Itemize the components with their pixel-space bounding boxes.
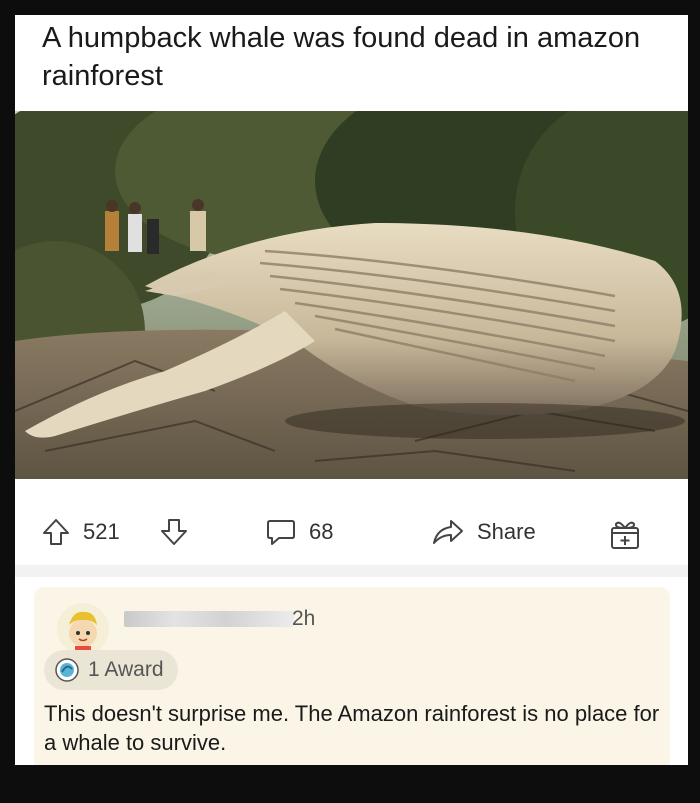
comment-bubble-icon (267, 520, 295, 545)
comment-timestamp: 2h (292, 607, 316, 630)
comment-count: 68 (309, 519, 334, 544)
post-card: A humpback whale was found dead in amazo… (15, 15, 688, 765)
top-comment: 2h 1 Award This doesn't surprise me. The… (34, 587, 670, 765)
upvote-button[interactable]: 521 (41, 517, 120, 547)
share-label: Share (477, 519, 536, 544)
comments-button[interactable]: 68 (265, 517, 333, 547)
downvote-button[interactable] (159, 517, 189, 547)
vote-count: 521 (83, 519, 120, 544)
gift-icon (611, 521, 639, 549)
post-title[interactable]: A humpback whale was found dead in amazo… (42, 19, 662, 95)
upvote-arrow-icon (43, 519, 69, 545)
section-divider (15, 565, 688, 577)
post-actions-bar: 521 68 Share (15, 491, 688, 571)
downvote-arrow-icon (161, 519, 187, 545)
award-button[interactable] (609, 517, 641, 551)
award-label: 1 Award (88, 658, 164, 681)
award-icon (55, 658, 79, 682)
username-redacted (124, 611, 294, 627)
comment-text: This doesn't surprise me. The Amazon rai… (44, 701, 660, 755)
share-button[interactable]: Share (431, 517, 536, 547)
avatar[interactable] (57, 603, 109, 655)
share-arrow-icon (433, 520, 463, 544)
award-badge[interactable]: 1 Award (44, 650, 178, 690)
post-image[interactable] (15, 111, 688, 479)
